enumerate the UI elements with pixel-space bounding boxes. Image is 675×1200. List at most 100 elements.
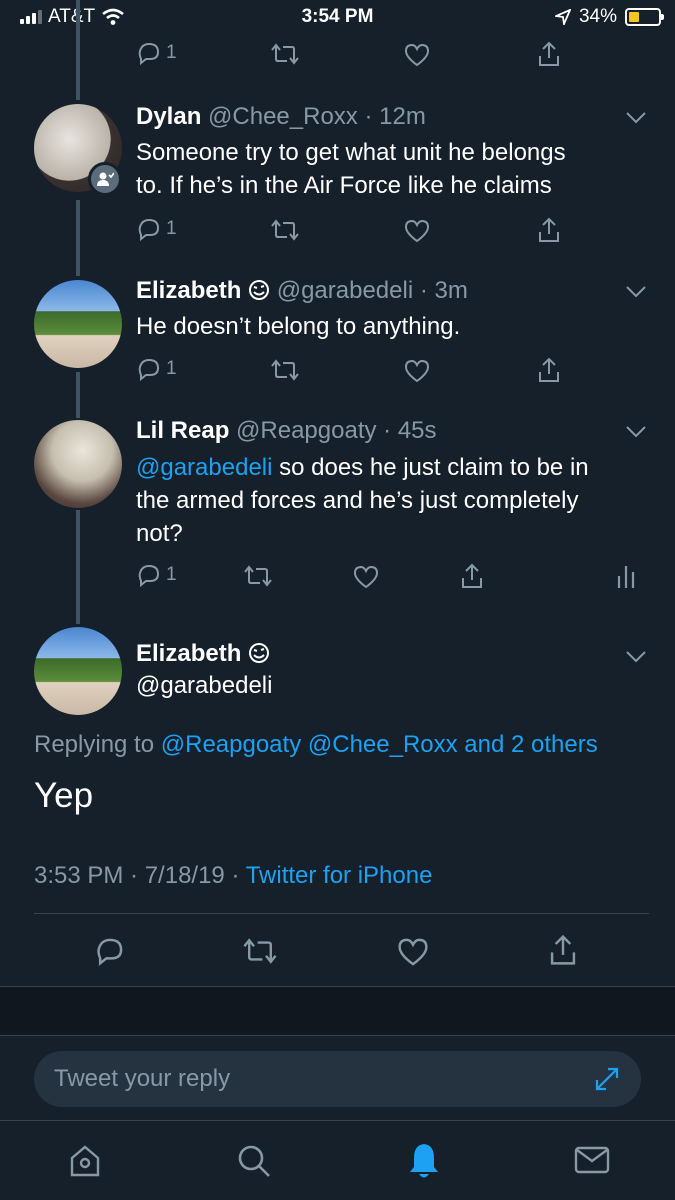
emoji-icon xyxy=(249,643,270,663)
reply-button[interactable]: 1 xyxy=(136,40,177,66)
chevron-down-icon[interactable] xyxy=(625,111,647,125)
tweet-text-line: to. If he’s in the Air Force like he cla… xyxy=(136,172,552,199)
share-button[interactable] xyxy=(547,933,579,967)
retweet-button[interactable] xyxy=(243,564,273,588)
retweet-button[interactable] xyxy=(270,42,300,66)
chevron-down-icon[interactable] xyxy=(625,650,647,664)
timestamp: · 12m xyxy=(364,103,426,130)
retweet-button[interactable] xyxy=(242,936,278,966)
username[interactable]: @garabedeli xyxy=(136,672,272,700)
reply-count: 1 xyxy=(166,218,177,239)
username[interactable]: @Reapgoaty xyxy=(236,417,376,444)
reply-icon xyxy=(138,564,160,588)
like-button[interactable] xyxy=(403,42,431,68)
retweet-button[interactable] xyxy=(270,218,300,242)
like-button[interactable] xyxy=(403,218,431,244)
like-button[interactable] xyxy=(403,358,431,384)
replying-to-links[interactable]: @Reapgoaty @Chee_Roxx and 2 others xyxy=(161,731,598,758)
tweet-source[interactable]: Twitter for iPhone xyxy=(246,862,433,889)
emoji-icon xyxy=(249,280,270,300)
reply-icon xyxy=(138,42,160,66)
replying-to-label: Replying to xyxy=(34,731,161,758)
username[interactable]: @garabedeli xyxy=(277,277,413,304)
thread-line xyxy=(76,0,80,100)
tweet-text-line: so does he just claim to be in xyxy=(272,454,589,481)
reply-button[interactable]: 1 xyxy=(136,562,177,588)
replying-to: Replying to @Reapgoaty @Chee_Roxx and 2 … xyxy=(34,731,598,759)
tweet-text: Yep xyxy=(34,776,94,815)
share-button[interactable] xyxy=(536,356,562,384)
reply-button[interactable] xyxy=(94,935,126,967)
share-icon xyxy=(550,934,576,965)
reply-count: 1 xyxy=(166,564,177,585)
analytics-icon xyxy=(617,566,635,588)
mail-icon[interactable] xyxy=(574,1145,610,1175)
chevron-down-icon[interactable] xyxy=(625,285,647,299)
retweet-icon xyxy=(271,359,299,381)
reply-icon xyxy=(138,218,160,242)
thread-line xyxy=(76,372,80,418)
heart-icon xyxy=(404,219,430,243)
share-button[interactable] xyxy=(459,562,485,590)
tweet-datetime: 3:53 PM · 7/18/19 · xyxy=(34,862,246,889)
home-icon[interactable] xyxy=(68,1143,102,1179)
retweet-button[interactable] xyxy=(270,358,300,382)
mention-link[interactable]: @garabedeli xyxy=(136,454,272,481)
expand-icon[interactable] xyxy=(593,1065,621,1093)
reply-composer[interactable]: Tweet your reply xyxy=(34,1051,641,1107)
bell-icon[interactable] xyxy=(406,1141,442,1181)
like-button[interactable] xyxy=(396,936,430,968)
retweet-icon xyxy=(271,219,299,241)
tweet-text: He doesn’t belong to anything. xyxy=(136,313,461,340)
thread-line xyxy=(76,510,80,624)
reply-button[interactable]: 1 xyxy=(136,356,177,382)
display-name[interactable]: Dylan xyxy=(136,103,201,130)
heart-icon xyxy=(404,43,430,67)
username[interactable]: @Chee_Roxx xyxy=(208,103,358,130)
location-icon xyxy=(554,9,571,25)
retweet-icon xyxy=(243,938,277,964)
reply-count: 1 xyxy=(166,358,177,379)
share-button[interactable] xyxy=(536,40,562,68)
retweet-icon xyxy=(244,565,272,587)
share-icon xyxy=(539,217,559,242)
like-button[interactable] xyxy=(352,564,380,590)
display-name[interactable]: Elizabeth xyxy=(136,640,241,667)
reply-icon xyxy=(138,358,160,382)
reply-input[interactable]: Tweet your reply xyxy=(54,1065,230,1093)
avatar[interactable] xyxy=(34,627,122,715)
avatar[interactable] xyxy=(34,420,122,508)
heart-icon xyxy=(404,359,430,383)
analytics-button[interactable] xyxy=(616,562,636,590)
share-button[interactable] xyxy=(536,216,562,244)
heart-icon xyxy=(353,565,379,589)
chevron-down-icon[interactable] xyxy=(625,425,647,439)
tweet-text: Someone try to get what unit he belongs … xyxy=(136,136,646,202)
tweet-text-line: not? xyxy=(136,520,183,547)
reply-count: 1 xyxy=(166,42,177,63)
divider xyxy=(34,913,649,914)
display-name[interactable]: Elizabeth xyxy=(136,277,241,304)
tweet-text: @garabedeli so does he just claim to be … xyxy=(136,451,646,550)
tweet-text-line: Someone try to get what unit he belongs xyxy=(136,139,566,166)
status-bar: AT&T 3:54 PM 34% xyxy=(0,0,675,36)
section-spacer xyxy=(0,986,675,1036)
reply-button[interactable]: 1 xyxy=(136,216,177,242)
thread-line xyxy=(76,200,80,276)
timestamp: · 45s xyxy=(383,417,437,444)
tab-bar xyxy=(0,1120,675,1200)
share-icon xyxy=(539,357,559,382)
tweet-meta: 3:53 PM · 7/18/19 · Twitter for iPhone xyxy=(34,862,432,890)
avatar[interactable] xyxy=(34,280,122,368)
tweet-text-line: the armed forces and he’s just completel… xyxy=(136,487,579,514)
heart-icon xyxy=(398,938,428,966)
retweet-icon xyxy=(271,43,299,65)
reply-icon xyxy=(97,938,123,966)
battery-percent: 34% xyxy=(578,6,617,27)
share-icon xyxy=(462,563,482,588)
follow-badge-icon xyxy=(88,162,122,196)
battery-icon xyxy=(625,8,664,26)
share-icon xyxy=(539,41,559,66)
search-icon[interactable] xyxy=(236,1143,272,1179)
display-name[interactable]: Lil Reap xyxy=(136,417,229,444)
